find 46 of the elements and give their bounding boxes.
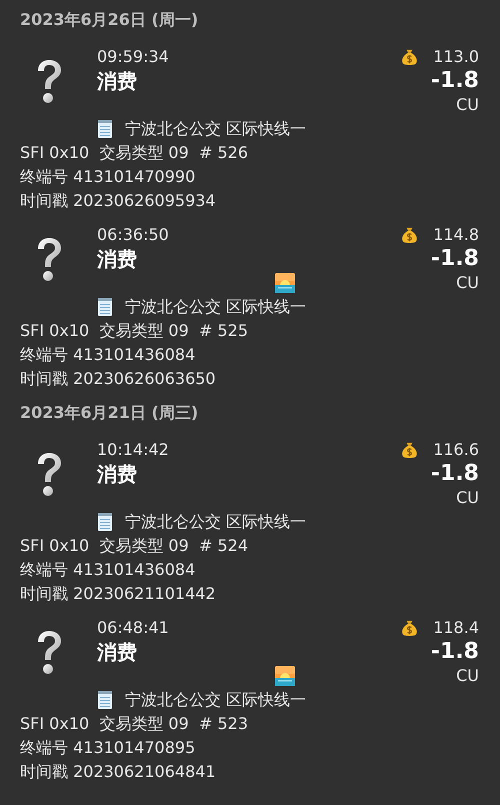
transaction-type: 消费 xyxy=(97,247,137,271)
money-bag-icon xyxy=(400,618,420,638)
location-text: 宁波北仑公交 区际快线一 xyxy=(125,118,306,140)
notepad-icon xyxy=(97,690,113,710)
balance-value: 116.6 xyxy=(433,439,479,461)
date-header: 2023年6月26日 (周一) xyxy=(19,9,200,31)
notepad-icon xyxy=(97,512,113,532)
currency-label: CU xyxy=(456,94,479,116)
date-header: 2023年6月21日 (周三) xyxy=(19,402,200,424)
transaction-time: 06:48:41 xyxy=(97,617,169,639)
amount-value: -1.8 xyxy=(430,69,479,93)
location-text: 宁波北仑公交 区际快线一 xyxy=(125,296,306,318)
transaction-time: 10:14:42 xyxy=(97,439,169,461)
timestamp-text: 时间戳 20230626063650 xyxy=(20,368,216,390)
transaction-type: 消费 xyxy=(97,640,137,664)
money-bag-icon xyxy=(400,226,420,244)
terminal-number: 终端号 413101436084 xyxy=(20,559,196,581)
amount-value: -1.8 xyxy=(430,640,479,664)
balance-value: 113.0 xyxy=(433,46,479,68)
timestamp-text: 时间戳 20230621101442 xyxy=(20,583,216,605)
sfi-info: SFI 0x10 交易类型 09 # 524 xyxy=(20,535,248,557)
sfi-info: SFI 0x10 交易类型 09 # 523 xyxy=(20,713,248,735)
timestamp-text: 时间戳 20230626095934 xyxy=(20,190,216,212)
money-bag-icon xyxy=(400,48,420,66)
timestamp-text: 时间戳 20230621064841 xyxy=(20,761,216,783)
location-text: 宁波北仑公交 区际快线一 xyxy=(125,511,306,533)
location-text: 宁波北仑公交 区际快线一 xyxy=(125,689,306,711)
money-bag-icon xyxy=(400,440,420,460)
sfi-info: SFI 0x10 交易类型 09 # 526 xyxy=(20,142,248,164)
transaction-type: 消费 xyxy=(97,462,137,486)
notepad-icon xyxy=(97,297,113,317)
currency-label: CU xyxy=(456,487,479,509)
terminal-number: 终端号 413101470895 xyxy=(20,737,196,759)
balance-value: 118.4 xyxy=(433,617,479,639)
transaction-time: 09:59:34 xyxy=(97,46,169,68)
notepad-icon xyxy=(97,119,113,139)
balance-value: 114.8 xyxy=(433,224,479,246)
transaction-type: 消费 xyxy=(97,69,137,93)
currency-label: CU xyxy=(456,665,479,687)
amount-value: -1.8 xyxy=(430,247,479,271)
amount-value: -1.8 xyxy=(430,462,479,486)
terminal-number: 终端号 413101436084 xyxy=(20,344,196,366)
terminal-number: 终端号 413101470990 xyxy=(20,166,196,188)
transaction-time: 06:36:50 xyxy=(97,224,169,246)
currency-label: CU xyxy=(456,272,479,294)
sfi-info: SFI 0x10 交易类型 09 # 525 xyxy=(20,320,248,342)
